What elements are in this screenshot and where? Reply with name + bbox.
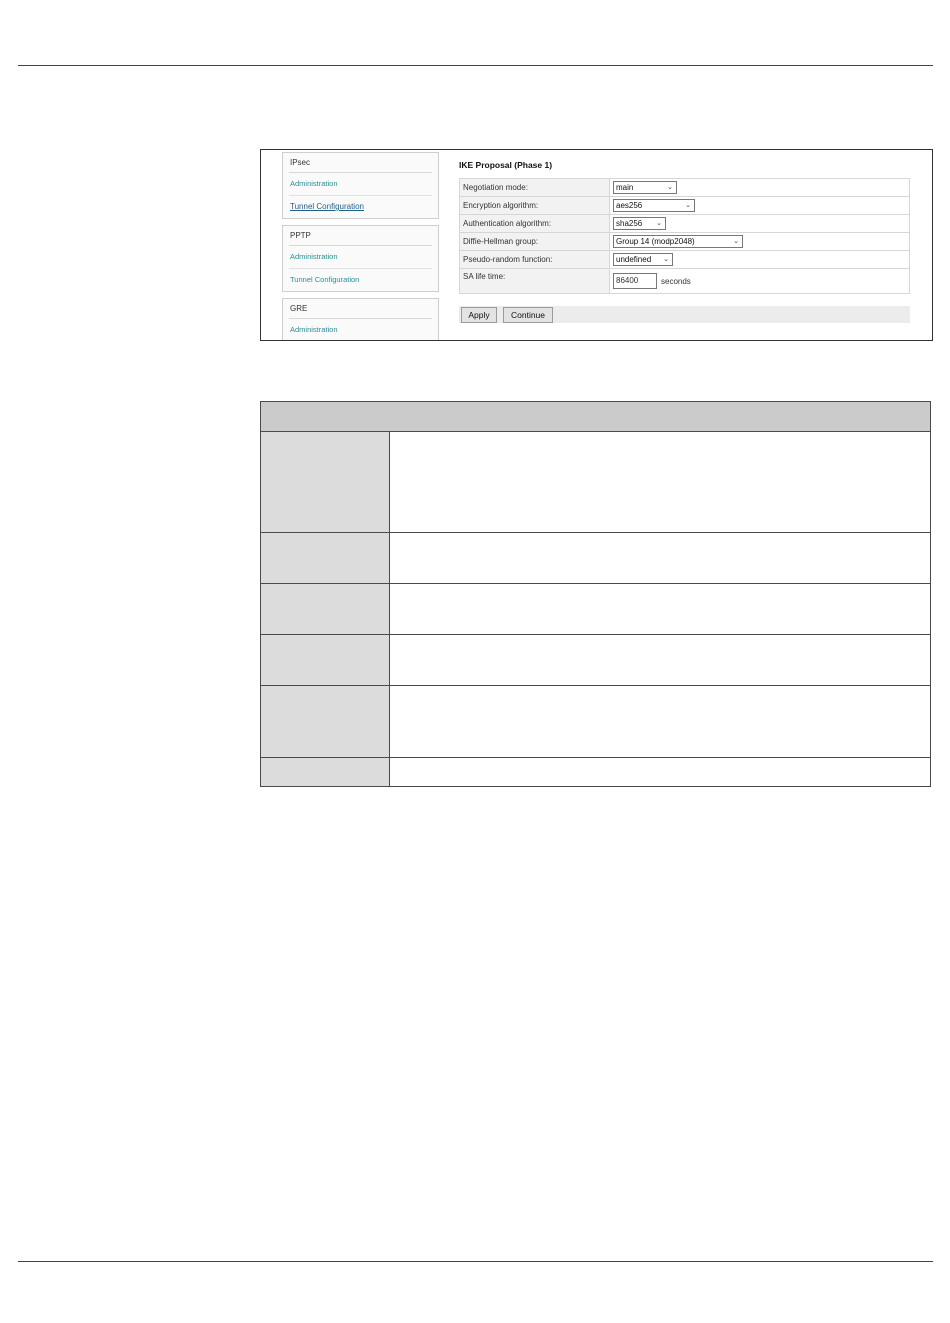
table-key-cell [260, 757, 390, 787]
form-row: Pseudo-random function: undefined ⌄ [459, 250, 910, 269]
description-table [260, 401, 931, 787]
dh-group-label: Diffie-Hellman group: [459, 232, 610, 251]
form-row: Authentication algorithm: sha256 ⌄ [459, 214, 910, 233]
sidebar-panel-title: PPTP [289, 226, 432, 246]
page-footer-rule [18, 1261, 933, 1262]
table-header-cell [260, 401, 931, 432]
table-key-cell [260, 634, 390, 686]
prf-value: undefined [616, 255, 652, 264]
sidebar-item-pptp-tunnel-configuration[interactable]: Tunnel Configuration [289, 269, 432, 291]
table-value-cell [389, 532, 931, 584]
sidebar-item-pptp-administration[interactable]: Administration [289, 246, 432, 269]
page-header-rule [18, 65, 933, 66]
ui-screenshot: IPsec Administration Tunnel Configuratio… [260, 149, 933, 341]
sidebar-panel-title: GRE [289, 299, 432, 319]
section-title: IKE Proposal (Phase 1) [459, 160, 553, 170]
chevron-down-icon: ⌄ [685, 202, 691, 209]
sa-lifetime-unit: seconds [661, 276, 691, 286]
table-key-cell [260, 431, 390, 533]
table-row [260, 532, 931, 584]
sidebar-item-ipsec-tunnel-configuration[interactable]: Tunnel Configuration [289, 196, 432, 218]
authentication-algorithm-value: sha256 [616, 219, 643, 228]
continue-button[interactable]: Continue [503, 307, 553, 323]
prf-select[interactable]: undefined ⌄ [613, 253, 673, 266]
table-row [260, 431, 931, 533]
encryption-algorithm-label: Encryption algorithm: [459, 196, 610, 215]
encryption-algorithm-value: aes256 [616, 201, 643, 210]
chevron-down-icon: ⌄ [667, 184, 673, 191]
table-key-cell [260, 685, 390, 758]
encryption-algorithm-select[interactable]: aes256 ⌄ [613, 199, 695, 212]
authentication-algorithm-select[interactable]: sha256 ⌄ [613, 217, 666, 230]
chevron-down-icon: ⌄ [733, 238, 739, 245]
authentication-algorithm-label: Authentication algorithm: [459, 214, 610, 233]
ike-proposal-form: Negotiation mode: main ⌄ Encryption algor… [459, 178, 910, 294]
sidebar-item-ipsec-administration[interactable]: Administration [289, 173, 432, 196]
negotiation-mode-value: main [616, 183, 634, 192]
form-row: SA life time: 86400 seconds [459, 268, 910, 294]
sa-lifetime-label: SA life time: [459, 268, 610, 294]
main-content: IKE Proposal (Phase 1) Negotiation mode:… [459, 158, 911, 323]
table-value-cell [389, 583, 931, 635]
sidebar-panel-pptp: PPTP Administration Tunnel Configuration [282, 225, 439, 292]
dh-group-select[interactable]: Group 14 (modp2048) ⌄ [613, 235, 743, 248]
sa-lifetime-input[interactable]: 86400 [613, 273, 657, 289]
table-row [260, 583, 931, 635]
apply-button[interactable]: Apply [461, 307, 497, 323]
sidebar-panel-ipsec: IPsec Administration Tunnel Configuratio… [282, 152, 439, 219]
table-header-row [260, 401, 931, 432]
sidebar-item-gre-administration[interactable]: Administration [289, 319, 432, 340]
negotiation-mode-label: Negotiation mode: [459, 178, 610, 197]
table-value-cell [389, 757, 931, 787]
table-key-cell [260, 532, 390, 584]
prf-label: Pseudo-random function: [459, 250, 610, 269]
negotiation-mode-select[interactable]: main ⌄ [613, 181, 677, 194]
form-row: Negotiation mode: main ⌄ [459, 178, 910, 197]
button-bar: Apply Continue [459, 306, 910, 323]
sidebar-panel-gre: GRE Administration [282, 298, 439, 340]
form-row: Encryption algorithm: aes256 ⌄ [459, 196, 910, 215]
dh-group-value: Group 14 (modp2048) [616, 237, 695, 246]
table-row [260, 685, 931, 758]
chevron-down-icon: ⌄ [663, 256, 669, 263]
sidebar-panel-title: IPsec [289, 153, 432, 173]
table-row [260, 634, 931, 686]
table-value-cell [389, 634, 931, 686]
sidebar: IPsec Administration Tunnel Configuratio… [282, 152, 440, 340]
table-key-cell [260, 583, 390, 635]
table-value-cell [389, 685, 931, 758]
chevron-down-icon: ⌄ [656, 220, 662, 227]
table-value-cell [389, 431, 931, 533]
form-row: Diffie-Hellman group: Group 14 (modp2048… [459, 232, 910, 251]
table-row [260, 757, 931, 787]
